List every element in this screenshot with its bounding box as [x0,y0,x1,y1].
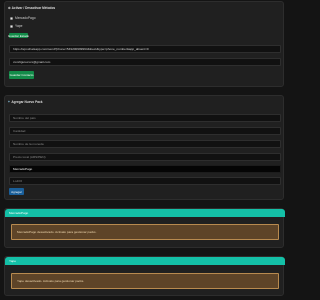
mercadopago-section: MercadoPago MercadoPago desactivado. Act… [4,208,285,248]
radio-button-icon[interactable] [10,24,13,28]
add-pack-button[interactable]: Agregar [9,188,24,195]
yape-header: Yape [5,257,285,265]
price-field[interactable]: Precio local (ARS/PEN) [9,153,281,161]
save-state-button[interactable]: Guardar Estado [8,33,29,38]
add-pack-panel: + Agregar Nuevo Pack Nombre del país Can… [4,95,284,200]
mercadopago-header: MercadoPago [5,209,285,217]
whatsapp-link-input[interactable]: https://api.whatsapp.com/send?phone=5492… [9,45,281,53]
radio-label: MercadoPago [15,16,36,20]
email-input[interactable]: xxxxfigurexxxx@gmail.com [9,58,281,66]
methods-toggle-panel: ⚙ Activar / Desactivar Métodos MercadoPa… [4,1,284,87]
currency-field[interactable]: Nombre de la moneda [9,140,281,148]
add-pack-title-text: Agregar Nuevo Pack [11,100,43,104]
method-select[interactable]: MercadoPago [9,165,281,173]
yape-section: Yape Yape desactivado. Activalo para ges… [4,256,285,296]
usd-field[interactable]: Lo4/Ol [9,177,281,185]
plus-icon: + [8,100,10,104]
yape-warning: Yape desactivado. Activalo para gestiona… [11,273,279,289]
save-contact-button[interactable]: Guardar Contacto [9,71,34,79]
radio-option-mercadopago[interactable]: MercadoPago [10,16,36,20]
add-pack-title: + Agregar Nuevo Pack [8,100,43,104]
quantity-field[interactable]: Cantidad [9,127,281,135]
methods-toggle-title: ⚙ Activar / Desactivar Métodos [8,6,56,10]
country-field[interactable]: Nombre del país [9,114,281,122]
radio-option-yape[interactable]: Yape [10,24,22,28]
radio-label: Yape [15,24,23,28]
radio-button-icon[interactable] [10,16,13,20]
mercadopago-warning: MercadoPago desactivado. Activalo para g… [11,224,279,240]
